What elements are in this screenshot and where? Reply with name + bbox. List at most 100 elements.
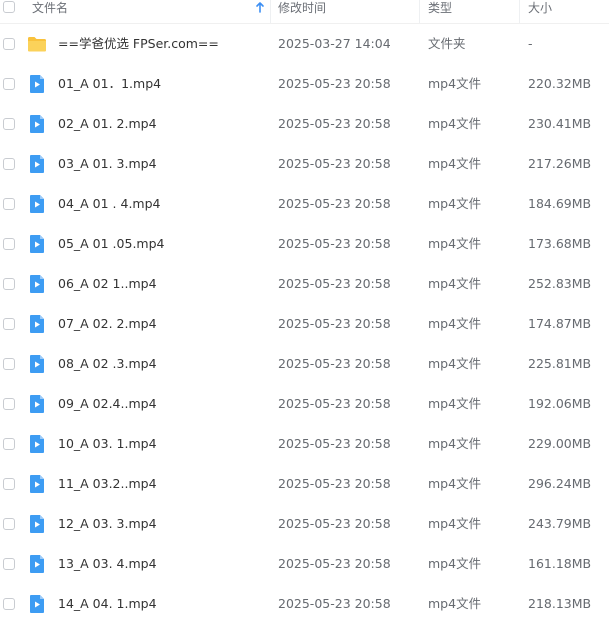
table-row[interactable]: 03_A 01. 3.mp4 2025-05-23 20:58 mp4文件 217.2…	[0, 144, 609, 184]
file-type: mp4文件	[428, 356, 482, 371]
file-type: mp4文件	[428, 76, 482, 91]
table-row[interactable]: 12_A 03. 3.mp4 2025-05-23 20:58 mp4文件 243.7…	[0, 504, 609, 544]
file-name[interactable]: 05_A 01 .05.mp4	[58, 224, 164, 264]
column-header-size[interactable]: 大小	[528, 0, 552, 23]
modified-time: 2025-05-23 20:58	[278, 396, 391, 411]
file-size: 173.68MB	[528, 236, 592, 251]
video-file-icon	[27, 114, 47, 134]
row-checkbox[interactable]	[3, 518, 15, 530]
row-checkbox[interactable]	[3, 78, 15, 90]
file-size: 217.26MB	[528, 156, 592, 171]
modified-time: 2025-05-23 20:58	[278, 596, 391, 611]
table-row[interactable]: 10_A 03. 1.mp4 2025-05-23 20:58 mp4文件 229.0…	[0, 424, 609, 464]
modified-time: 2025-05-23 20:58	[278, 236, 391, 251]
file-name[interactable]: 08_A 02 .3.mp4	[58, 344, 157, 384]
file-type: 文件夹	[428, 36, 466, 51]
file-size: 243.79MB	[528, 516, 592, 531]
file-name[interactable]: 06_A 02 1..mp4	[58, 264, 157, 304]
row-checkbox[interactable]	[3, 358, 15, 370]
video-file-icon	[27, 434, 47, 454]
file-name[interactable]: 11_A 03.2..mp4	[58, 464, 157, 504]
file-size: 161.18MB	[528, 556, 592, 571]
file-name[interactable]: 09_A 02.4..mp4	[58, 384, 157, 424]
file-size: 220.32MB	[528, 76, 592, 91]
file-size: 225.81MB	[528, 356, 592, 371]
modified-time: 2025-05-23 20:58	[278, 196, 391, 211]
file-rows: ==学爸优选 FPSer.com== 2025-03-27 14:04 文件夹 - 01…	[0, 24, 609, 624]
table-row[interactable]: 09_A 02.4..mp4 2025-05-23 20:58 mp4文件 192.0…	[0, 384, 609, 424]
row-checkbox[interactable]	[3, 198, 15, 210]
row-checkbox[interactable]	[3, 38, 15, 50]
row-checkbox[interactable]	[3, 158, 15, 170]
column-header-name[interactable]: 文件名	[32, 0, 68, 23]
file-size: 174.87MB	[528, 316, 592, 331]
modified-time: 2025-05-23 20:58	[278, 276, 391, 291]
row-checkbox[interactable]	[3, 558, 15, 570]
row-checkbox[interactable]	[3, 398, 15, 410]
file-type: mp4文件	[428, 316, 482, 331]
column-divider[interactable]	[270, 0, 271, 23]
modified-time: 2025-05-23 20:58	[278, 116, 391, 131]
row-checkbox[interactable]	[3, 238, 15, 250]
row-checkbox[interactable]	[3, 478, 15, 490]
file-name[interactable]: 12_A 03. 3.mp4	[58, 504, 157, 544]
table-row[interactable]: 05_A 01 .05.mp4 2025-05-23 20:58 mp4文件 173.…	[0, 224, 609, 264]
file-name[interactable]: 07_A 02. 2.mp4	[58, 304, 157, 344]
file-type: mp4文件	[428, 116, 482, 131]
file-type: mp4文件	[428, 436, 482, 451]
file-name[interactable]: 14_A 04. 1.mp4	[58, 584, 157, 624]
file-size: 218.13MB	[528, 596, 592, 611]
row-checkbox[interactable]	[3, 438, 15, 450]
table-row[interactable]: 06_A 02 1..mp4 2025-05-23 20:58 mp4文件 252.8…	[0, 264, 609, 304]
file-name[interactable]: 13_A 03. 4.mp4	[58, 544, 157, 584]
modified-time: 2025-05-23 20:58	[278, 356, 391, 371]
row-checkbox[interactable]	[3, 278, 15, 290]
table-row[interactable]: 04_A 01 . 4.mp4 2025-05-23 20:58 mp4文件 184.…	[0, 184, 609, 224]
video-file-icon	[27, 554, 47, 574]
file-name[interactable]: 10_A 03. 1.mp4	[58, 424, 157, 464]
column-header-type[interactable]: 类型	[428, 0, 452, 23]
arrow-up-icon[interactable]	[255, 0, 265, 16]
row-checkbox[interactable]	[3, 598, 15, 610]
table-row[interactable]: 11_A 03.2..mp4 2025-05-23 20:58 mp4文件 296.2…	[0, 464, 609, 504]
table-row[interactable]: 08_A 02 .3.mp4 2025-05-23 20:58 mp4文件 225.8…	[0, 344, 609, 384]
file-size: 252.83MB	[528, 276, 592, 291]
modified-time: 2025-05-23 20:58	[278, 156, 391, 171]
column-divider[interactable]	[419, 0, 420, 23]
file-list-header: 文件名 修改时间 类型 大小	[0, 0, 609, 24]
file-name[interactable]: ==学爸优选 FPSer.com==	[58, 24, 219, 64]
video-file-icon	[27, 594, 47, 614]
column-divider[interactable]	[519, 0, 520, 23]
file-type: mp4文件	[428, 236, 482, 251]
row-checkbox[interactable]	[3, 318, 15, 330]
file-size: 230.41MB	[528, 116, 592, 131]
row-checkbox[interactable]	[3, 118, 15, 130]
file-type: mp4文件	[428, 276, 482, 291]
file-name[interactable]: 03_A 01. 3.mp4	[58, 144, 157, 184]
file-size: 184.69MB	[528, 196, 592, 211]
video-file-icon	[27, 474, 47, 494]
table-row[interactable]: 02_A 01. 2.mp4 2025-05-23 20:58 mp4文件 230.4…	[0, 104, 609, 144]
table-row[interactable]: 01_A 01．1.mp4 2025-05-23 20:58 mp4文件 220.32…	[0, 64, 609, 104]
video-file-icon	[27, 234, 47, 254]
file-type: mp4文件	[428, 196, 482, 211]
column-header-modified-time[interactable]: 修改时间	[278, 0, 326, 23]
modified-time: 2025-05-23 20:58	[278, 436, 391, 451]
file-size: -	[528, 36, 533, 51]
file-type: mp4文件	[428, 516, 482, 531]
file-name[interactable]: 01_A 01．1.mp4	[58, 64, 161, 104]
modified-time: 2025-05-23 20:58	[278, 76, 391, 91]
video-file-icon	[27, 514, 47, 534]
video-file-icon	[27, 394, 47, 414]
video-file-icon	[27, 154, 47, 174]
video-file-icon	[27, 194, 47, 214]
table-row[interactable]: 14_A 04. 1.mp4 2025-05-23 20:58 mp4文件 218.1…	[0, 584, 609, 624]
table-row[interactable]: ==学爸优选 FPSer.com== 2025-03-27 14:04 文件夹 -	[0, 24, 609, 64]
folder-icon	[27, 34, 47, 54]
table-row[interactable]: 07_A 02. 2.mp4 2025-05-23 20:58 mp4文件 174.8…	[0, 304, 609, 344]
select-all-checkbox[interactable]	[3, 1, 15, 13]
file-name[interactable]: 02_A 01. 2.mp4	[58, 104, 157, 144]
file-size: 296.24MB	[528, 476, 592, 491]
table-row[interactable]: 13_A 03. 4.mp4 2025-05-23 20:58 mp4文件 161.1…	[0, 544, 609, 584]
file-name[interactable]: 04_A 01 . 4.mp4	[58, 184, 161, 224]
